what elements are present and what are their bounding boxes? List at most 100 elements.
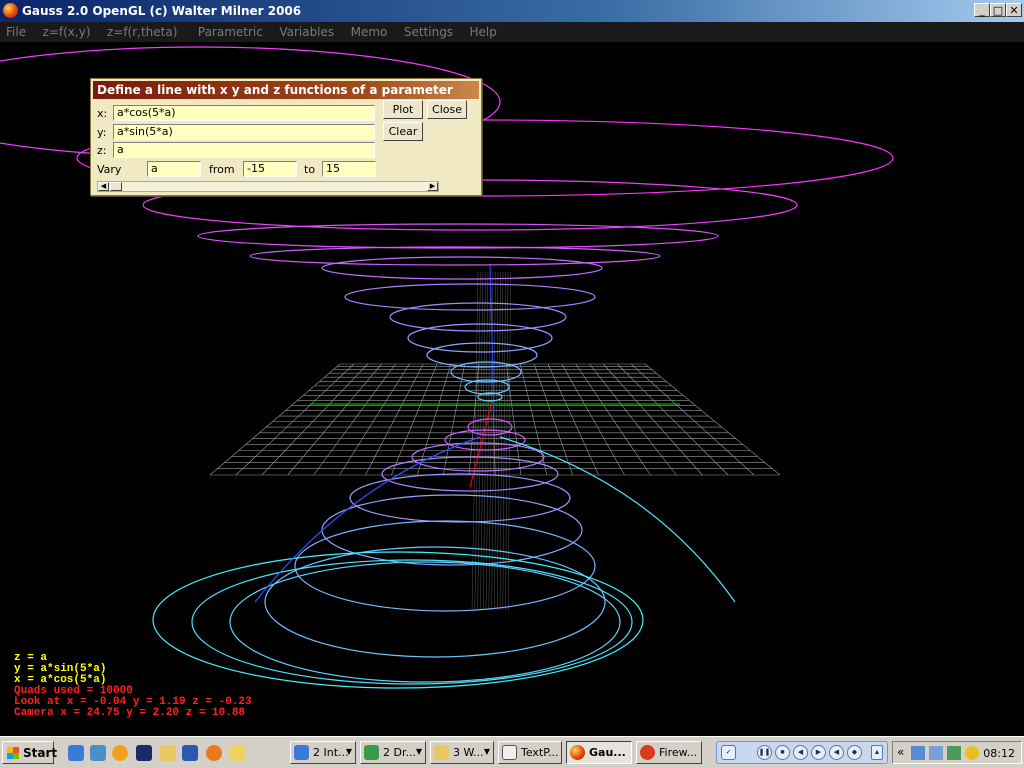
to-value-input[interactable]: 15	[322, 161, 376, 177]
scroll-thumb[interactable]	[110, 182, 122, 191]
grid-line	[261, 363, 368, 476]
grid-line	[644, 363, 781, 476]
grid-line	[617, 363, 729, 476]
grid-line	[209, 363, 341, 476]
menu-z-f-x-y[interactable]: z=f(x,y)	[37, 22, 97, 39]
internet-explorer-icon	[294, 745, 309, 760]
vary-label: Vary	[97, 163, 122, 176]
task-drawing[interactable]: 2 Dr... ▼	[360, 741, 426, 764]
scroll-left-icon[interactable]: ◀	[98, 182, 109, 191]
show-desktop-icon[interactable]	[90, 745, 106, 761]
helix-ring	[349, 473, 571, 523]
from-label: from	[209, 163, 235, 176]
media-logo-icon[interactable]: ✓	[721, 745, 736, 760]
z-axis	[489, 263, 495, 413]
helix-ring	[229, 561, 621, 683]
grid-line	[630, 363, 755, 476]
dialog-title: Define a line with x y and z functions o…	[93, 81, 479, 99]
tray-collapse-icon[interactable]: «	[897, 745, 904, 759]
z-function-input[interactable]: a	[113, 142, 375, 158]
maximize-button[interactable]: □	[990, 3, 1006, 17]
grid-line	[575, 363, 651, 476]
folder-icon	[434, 745, 449, 760]
stop-icon[interactable]: ■	[775, 745, 790, 760]
plot-button[interactable]: Plot	[383, 100, 423, 119]
grid-line	[235, 363, 355, 476]
grid-line	[497, 271, 501, 611]
helix-ring	[191, 559, 633, 685]
volume-icon[interactable]: ◆	[847, 745, 862, 760]
menu-variables[interactable]: Variables	[273, 22, 340, 39]
grid-line	[483, 271, 489, 611]
window-title: Gauss 2.0 OpenGL (c) Walter Milner 2006	[22, 4, 302, 18]
previous-icon[interactable]: ◀	[793, 745, 808, 760]
grid-line	[442, 363, 466, 476]
close-dialog-button[interactable]: Close	[427, 100, 467, 119]
parameter-scrollbar[interactable]: ◀ ▶	[97, 181, 439, 192]
menu-z-f-r-theta[interactable]: z=f(r,theta)	[101, 22, 183, 39]
bbc-icon[interactable]	[136, 745, 152, 761]
task-fireworks[interactable]: Firew...	[636, 741, 702, 764]
drawing-icon	[364, 745, 379, 760]
helix-ring	[197, 223, 719, 249]
helix-ring	[321, 256, 603, 280]
scroll-right-icon[interactable]: ▶	[427, 182, 438, 191]
grid-line	[287, 363, 382, 476]
media-player-icon[interactable]	[112, 745, 128, 761]
close-button[interactable]: ✕	[1006, 3, 1022, 17]
menu-settings[interactable]: Settings	[398, 22, 459, 39]
rewind-icon[interactable]: ◀	[829, 745, 844, 760]
vary-parameter-input[interactable]: a	[147, 161, 201, 177]
gauss-icon	[570, 745, 585, 760]
axes	[310, 263, 680, 488]
grid-line	[471, 271, 479, 611]
clear-button[interactable]: Clear	[383, 122, 423, 141]
minimize-button[interactable]: _	[974, 3, 990, 17]
grid-line	[485, 271, 491, 611]
network-icon[interactable]	[911, 746, 925, 760]
internet-explorer-icon[interactable]	[68, 745, 84, 761]
menu-parametric[interactable]: Parametric	[192, 22, 269, 39]
security-icon[interactable]	[947, 746, 961, 760]
z-label: z:	[97, 144, 107, 157]
textpad-icon	[502, 745, 517, 760]
menu-memo[interactable]: Memo	[345, 22, 394, 39]
grid-line	[603, 363, 703, 476]
dropdown-arrow-icon: ▼	[483, 747, 490, 756]
grid-line	[589, 363, 677, 476]
task-internet-explorer[interactable]: 2 Int... ▼	[290, 741, 356, 764]
next-icon[interactable]: ▶	[811, 745, 826, 760]
folder-icon[interactable]	[160, 745, 176, 761]
helix-ring	[450, 361, 522, 383]
task-textpad[interactable]: TextP...	[498, 741, 562, 764]
messenger-icon[interactable]	[965, 746, 979, 760]
task-gauss[interactable]: Gau...	[566, 741, 632, 764]
y-function-input[interactable]: a*sin(5*a)	[113, 124, 375, 140]
display-icon[interactable]	[929, 746, 943, 760]
task-folders[interactable]: 3 W... ▼	[430, 741, 494, 764]
system-tray: « 08:12	[892, 741, 1022, 764]
clock-app-icon[interactable]	[230, 745, 246, 761]
task-label: 2 Dr...	[383, 746, 416, 759]
start-button[interactable]: Start	[2, 741, 57, 764]
restore-player-icon[interactable]: ▲	[871, 745, 883, 760]
from-value-input[interactable]: -15	[243, 161, 297, 177]
to-label: to	[304, 163, 316, 176]
helix-ring	[152, 551, 644, 689]
grid-line	[533, 363, 574, 476]
gauss-app-icon[interactable]	[3, 3, 18, 18]
word-icon[interactable]	[182, 745, 198, 761]
parametric-dialog: Define a line with x y and z functions o…	[90, 78, 482, 196]
dropdown-arrow-icon: ▼	[415, 747, 422, 756]
firefox-icon[interactable]	[206, 745, 222, 761]
x-function-input[interactable]: a*cos(5*a)	[113, 105, 375, 121]
grid-line	[499, 271, 504, 611]
task-label: Firew...	[659, 746, 698, 759]
taskbar: Start 2 Int... ▼ 2 Dr... ▼ 3 W... ▼ Text…	[0, 736, 1024, 768]
helix-ring	[344, 283, 596, 311]
menu-file[interactable]: File	[0, 22, 32, 39]
grid-line	[547, 363, 599, 476]
menu-help[interactable]: Help	[464, 22, 503, 39]
pause-icon[interactable]: ❚❚	[757, 745, 772, 760]
dropdown-arrow-icon: ▼	[345, 747, 352, 756]
